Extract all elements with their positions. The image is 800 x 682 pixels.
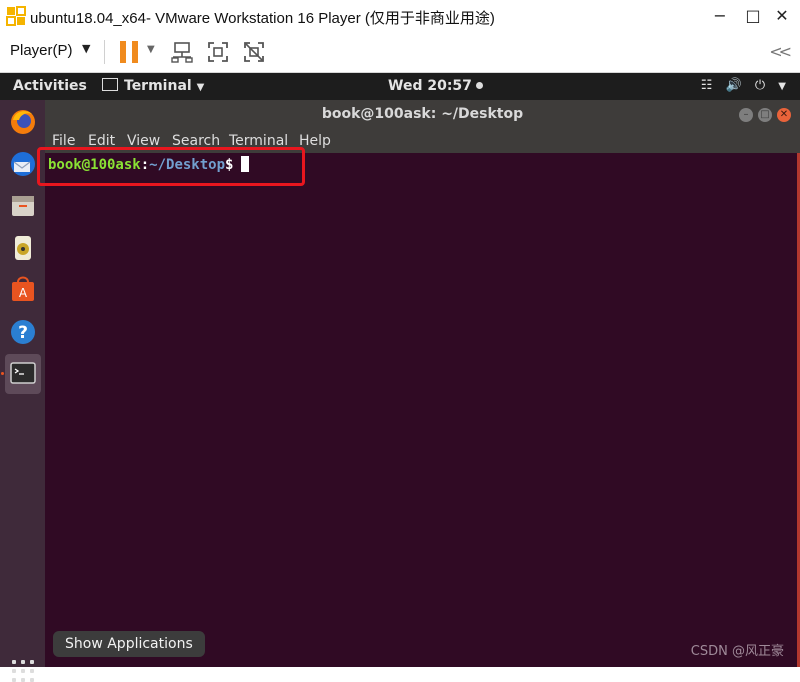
running-indicator [1, 372, 4, 375]
volume-icon[interactable]: 🔊 [726, 78, 742, 93]
fullscreen-icon[interactable] [206, 40, 230, 64]
dock-software[interactable]: A [5, 272, 41, 308]
clock-label: Wed 20:57 [388, 78, 472, 94]
send-ctrl-alt-del-icon[interactable] [170, 40, 194, 64]
clock-button[interactable]: Wed 20:57 [388, 78, 483, 94]
dock-files[interactable] [5, 188, 41, 224]
notification-dot-icon [475, 82, 483, 89]
terminal-minimize-button[interactable]: – [739, 108, 753, 122]
terminal-small-icon [102, 78, 118, 91]
terminal-titlebar[interactable]: book@100ask: ~/Desktop – □ ✕ [45, 100, 800, 130]
maximize-button[interactable]: □ [741, 5, 765, 27]
terminal-close-button[interactable]: ✕ [777, 108, 791, 122]
chevron-down-icon[interactable]: ▼ [147, 44, 155, 55]
software-icon: A [12, 276, 34, 301]
app-menu-label: Terminal [124, 78, 192, 94]
terminal-icon [10, 362, 36, 384]
thunderbird-icon [11, 152, 35, 176]
system-tray[interactable]: ☷ 🔊 ⏻ ▼ [692, 78, 786, 93]
chevron-down-icon[interactable]: ▼ [778, 81, 786, 92]
terminal-title: book@100ask: ~/Desktop [321, 106, 524, 122]
close-button[interactable]: ✕ [770, 5, 794, 27]
toolbar-divider [104, 40, 105, 64]
svg-text:A: A [19, 286, 28, 300]
dock-thunderbird[interactable] [5, 146, 41, 182]
collapse-toolbar-icon[interactable]: << [769, 42, 792, 61]
dock-help[interactable]: ? [5, 314, 41, 350]
help-icon: ? [11, 320, 35, 344]
chevron-down-icon[interactable]: ▼ [82, 42, 90, 55]
window-title: ubuntu18.04_x64- VMware Workstation 16 P… [30, 10, 495, 27]
app-menu-terminal[interactable]: Terminal ▼ [102, 78, 204, 94]
dock-terminal[interactable] [5, 354, 41, 394]
rhythmbox-icon [15, 236, 31, 260]
activities-button[interactable]: Activities [13, 78, 87, 94]
annotation-highlight-box [37, 147, 305, 186]
power-icon[interactable]: ⏻ [755, 78, 765, 93]
dock-rhythmbox[interactable] [5, 230, 41, 266]
vmware-icon [6, 6, 26, 26]
terminal-maximize-button[interactable]: □ [758, 108, 772, 122]
terminal-output[interactable]: book@100ask:~/Desktop$ [45, 153, 797, 667]
player-toolbar: Player(P) ▼ ▼ << [0, 32, 800, 73]
svg-text:?: ? [18, 323, 28, 343]
watermark: CSDN @风正豪 [690, 644, 784, 659]
menu-help[interactable]: Help [299, 133, 331, 149]
window-titlebar: ubuntu18.04_x64- VMware Workstation 16 P… [0, 0, 800, 32]
show-applications-tooltip: Show Applications [53, 631, 205, 657]
network-icon[interactable]: ☷ [701, 78, 713, 93]
gnome-top-bar: Activities Terminal ▼ Wed 20:57 ☷ 🔊 ⏻ ▼ [0, 73, 800, 100]
files-icon [12, 196, 34, 216]
dock-firefox[interactable] [5, 104, 41, 140]
chevron-down-icon: ▼ [196, 82, 205, 93]
show-applications-icon[interactable] [12, 660, 34, 682]
firefox-icon [11, 110, 35, 134]
player-menu-button[interactable]: Player(P) [10, 42, 73, 59]
unity-mode-icon[interactable] [242, 40, 266, 64]
minimize-button[interactable]: − [708, 5, 732, 27]
pause-icon[interactable] [120, 41, 138, 63]
